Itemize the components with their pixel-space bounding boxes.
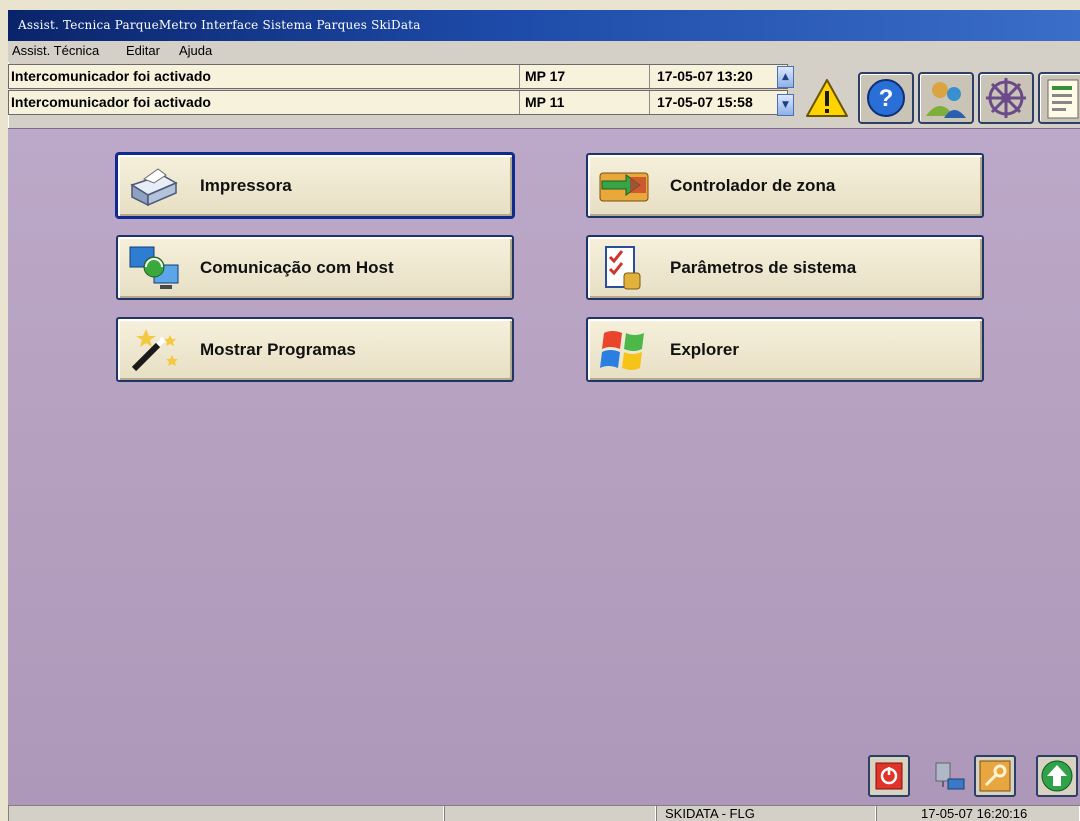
- status-host: SKIDATA - FLG: [656, 806, 876, 821]
- zone-controller-icon: [599, 172, 649, 202]
- status-datetime: 17-05-07 16:20:16: [876, 806, 1080, 821]
- alarm-message: Intercomunicador foi activado: [11, 94, 211, 110]
- explorer-button[interactable]: Explorer: [586, 317, 984, 382]
- function-label: Parâmetros de sistema: [670, 258, 857, 277]
- menu-assist-tecnica[interactable]: Assist. Técnica: [12, 43, 99, 58]
- zone-controller-button[interactable]: Controlador de zona: [586, 153, 984, 218]
- user-group-icon: [926, 82, 966, 118]
- title-bar[interactable]: Assist. Tecnica ParqueMetro Interface Si…: [8, 10, 1080, 41]
- printer-icon: [130, 168, 178, 207]
- printer-button[interactable]: Impressora: [116, 153, 514, 218]
- alarm-list: Intercomunicador foi activado MP 17 17-0…: [8, 62, 808, 128]
- up-arrow-button[interactable]: [1036, 755, 1078, 797]
- show-programs-button[interactable]: Mostrar Programas: [116, 317, 514, 382]
- menu-ajuda[interactable]: Ajuda: [179, 43, 212, 58]
- scroll-down-button[interactable]: ▼: [777, 94, 794, 116]
- app-window: Assist. Tecnica ParqueMetro Interface Si…: [8, 10, 1080, 821]
- help-icon: ?: [867, 79, 905, 117]
- alarm-time: 17-05-07 15:58: [657, 94, 753, 110]
- host-communication-button[interactable]: Comunicação com Host: [116, 235, 514, 300]
- power-button[interactable]: [868, 755, 910, 797]
- system-parameters-icon: [605, 246, 641, 290]
- magic-wand-icon: [131, 329, 178, 372]
- status-pane-2: [444, 806, 656, 821]
- report-icon: [1047, 79, 1079, 119]
- report-button[interactable]: [1038, 72, 1080, 124]
- windows-logo-icon: [600, 331, 644, 370]
- key-button[interactable]: [974, 755, 1016, 797]
- network-icon[interactable]: [930, 757, 970, 797]
- wheel-icon: [986, 78, 1026, 118]
- users-button[interactable]: [918, 72, 974, 124]
- function-label: Explorer: [670, 340, 739, 359]
- status-bar: SKIDATA - FLG 17-05-07 16:20:16: [8, 805, 1080, 821]
- function-label: Impressora: [200, 176, 292, 195]
- alarm-source: MP 11: [525, 94, 565, 110]
- function-label: Comunicação com Host: [200, 258, 394, 277]
- function-label: Controlador de zona: [670, 176, 836, 195]
- svg-text:?: ?: [879, 85, 894, 112]
- alarm-source: MP 17: [525, 68, 566, 84]
- alarm-message: Intercomunicador foi activado: [11, 68, 211, 84]
- host-communication-icon: [129, 246, 179, 289]
- menu-editar[interactable]: Editar: [126, 43, 160, 58]
- function-label: Mostrar Programas: [200, 340, 356, 359]
- up-arrow-icon: [1041, 760, 1073, 792]
- power-icon: [875, 762, 903, 790]
- alarm-time: 17-05-07 13:20: [657, 68, 753, 84]
- alarm-row[interactable]: Intercomunicador foi activado MP 11 17-0…: [8, 90, 788, 115]
- warning-icon[interactable]: [804, 76, 850, 120]
- main-panel: Impressora Controlador de zona Comunicaç…: [8, 128, 1080, 806]
- alarm-row[interactable]: Intercomunicador foi activado MP 17 17-0…: [8, 64, 788, 89]
- menu-bar: Assist. Técnica Editar Ajuda: [8, 41, 1080, 62]
- key-icon: [979, 760, 1011, 792]
- scroll-up-button[interactable]: ▲: [777, 66, 794, 88]
- system-parameters-button[interactable]: Parâmetros de sistema: [586, 235, 984, 300]
- status-pane-1: [8, 806, 444, 821]
- settings-button[interactable]: [978, 72, 1034, 124]
- help-button[interactable]: ?: [858, 72, 914, 124]
